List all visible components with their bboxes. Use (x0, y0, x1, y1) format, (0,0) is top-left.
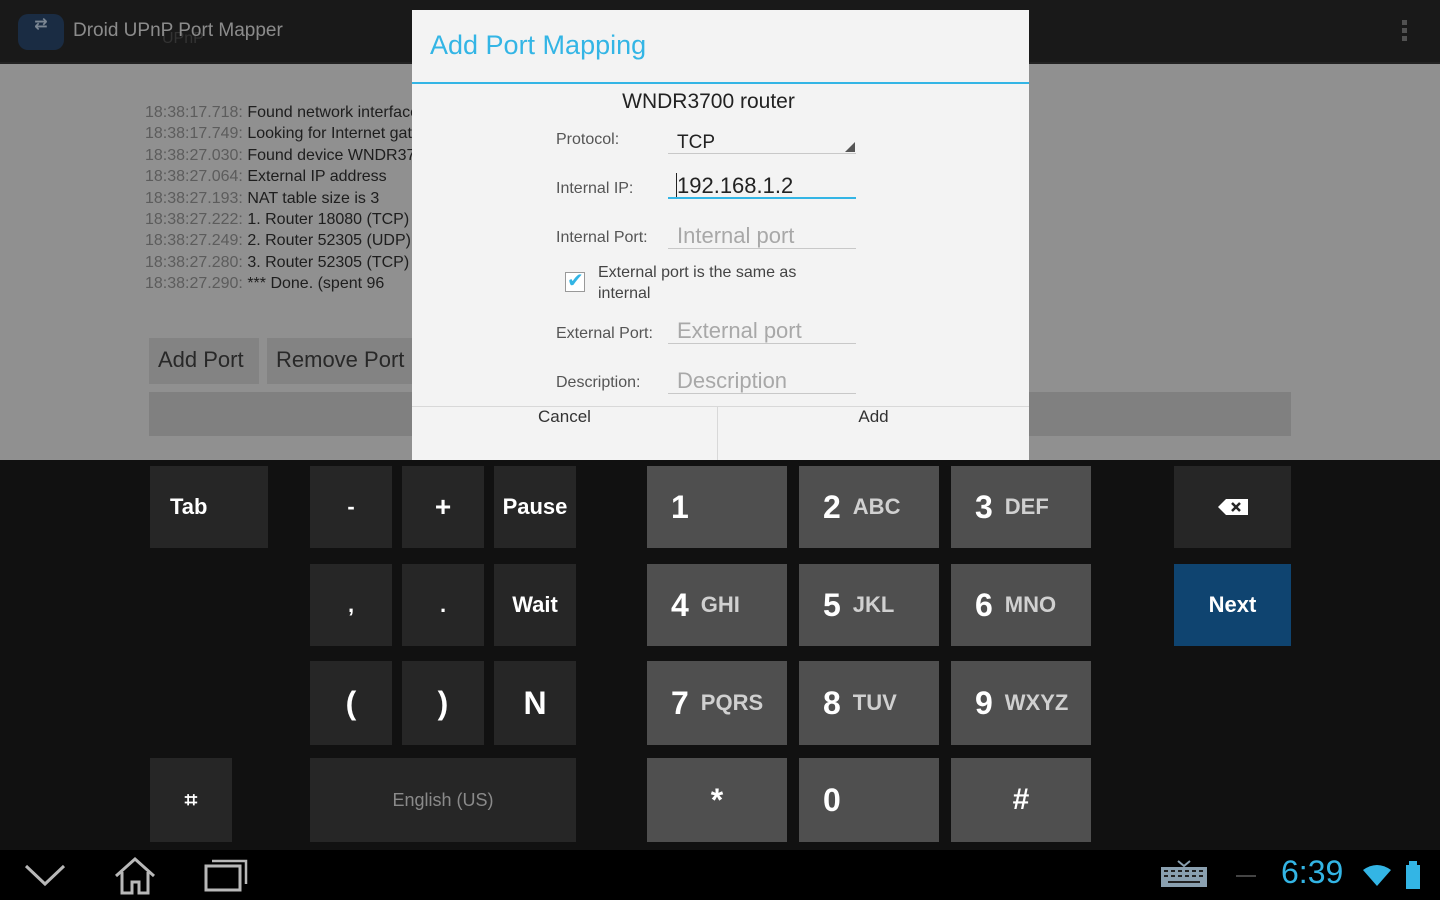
n-key[interactable]: N (494, 661, 576, 745)
space-key[interactable]: English (US) (310, 758, 576, 842)
internal-ip-input[interactable]: 192.168.1.2 (668, 173, 856, 199)
cancel-button[interactable]: Cancel (412, 407, 718, 461)
star-key[interactable]: * (647, 758, 787, 842)
period-key[interactable]: . (402, 564, 484, 646)
home-icon[interactable] (112, 856, 158, 896)
status-separator (1236, 875, 1256, 877)
dropdown-triangle-icon (845, 142, 855, 152)
plus-key[interactable]: + (402, 466, 484, 548)
recent-apps-icon[interactable] (204, 858, 248, 892)
symbols-key[interactable]: ⌗ (150, 758, 232, 842)
battery-icon (1406, 861, 1420, 889)
comma-key[interactable]: , (310, 564, 392, 646)
hash-key[interactable]: # (951, 758, 1091, 842)
digit-1-key[interactable]: 1 (647, 466, 787, 548)
same-port-checkbox[interactable]: ✔ (565, 268, 585, 292)
digit-6-key[interactable]: 6 MNO (951, 564, 1091, 646)
clock: 6:39 (1281, 854, 1344, 890)
keyboard-icon[interactable] (1160, 860, 1208, 890)
digit-7-key[interactable]: 7 PQRS (647, 661, 787, 745)
add-button[interactable]: Add (718, 407, 1029, 461)
protocol-spinner[interactable]: TCP (668, 128, 856, 154)
digit-9-key[interactable]: 9 WXYZ (951, 661, 1091, 745)
digit-3-key[interactable]: 3 DEF (951, 466, 1091, 548)
external-port-input[interactable]: External port (668, 318, 856, 344)
hide-keyboard-chevron-icon[interactable] (24, 862, 66, 888)
system-nav-bar: 6:39 (0, 850, 1440, 900)
digit-5-key[interactable]: 5 JKL (799, 564, 939, 646)
external-port-label: External Port: (556, 325, 653, 342)
description-label: Description: (556, 374, 641, 391)
backspace-icon (1217, 499, 1248, 515)
add-port-mapping-dialog: Add Port Mapping WNDR3700 router Protoco… (412, 10, 1029, 461)
digit-0-key[interactable]: 0 (799, 758, 939, 842)
next-key[interactable]: Next (1174, 564, 1291, 646)
left-paren-key[interactable]: ( (310, 661, 392, 745)
right-paren-key[interactable]: ) (402, 661, 484, 745)
digit-4-key[interactable]: 4 GHI (647, 564, 787, 646)
internal-port-input[interactable]: Internal port (668, 223, 856, 249)
dialog-title: Add Port Mapping (430, 30, 647, 60)
internal-ip-label: Internal IP: (556, 180, 634, 197)
description-input[interactable]: Description (668, 368, 856, 394)
dialog-button-bar: Cancel Add (412, 406, 1029, 461)
digit-2-key[interactable]: 2 ABC (799, 466, 939, 548)
same-port-label: External port is the same as internal (598, 264, 797, 302)
title-divider (412, 82, 1029, 84)
internal-port-label: Internal Port: (556, 229, 648, 246)
tab-key[interactable]: Tab (150, 466, 268, 548)
router-name: WNDR3700 router (622, 90, 795, 113)
backspace-key[interactable] (1174, 466, 1291, 548)
digit-8-key[interactable]: 8 TUV (799, 661, 939, 745)
wait-key[interactable]: Wait (494, 564, 576, 646)
pause-key[interactable]: Pause (494, 466, 576, 548)
protocol-label: Protocol: (556, 131, 620, 148)
protocol-value: TCP (677, 132, 715, 153)
wifi-icon (1363, 865, 1391, 886)
soft-keyboard: Tab - + Pause , . Wait ( ) N ⌗ English (… (0, 460, 1440, 850)
checkmark-icon: ✔ (567, 268, 584, 292)
minus-key[interactable]: - (310, 466, 392, 548)
internal-ip-value: 192.168.1.2 (677, 173, 794, 198)
